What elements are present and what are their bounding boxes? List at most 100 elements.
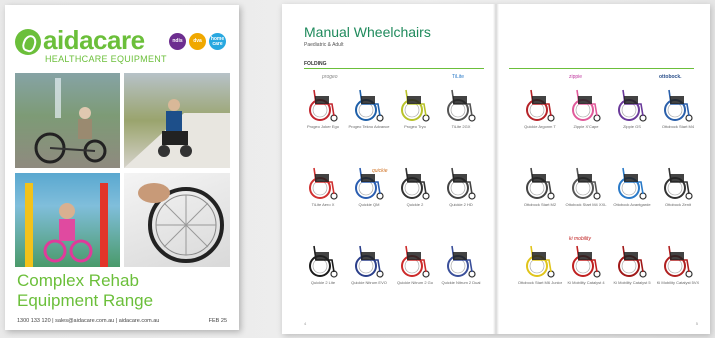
product-name: Ottobock Start M4 [661,124,695,129]
product-card: Quickie 2 [392,164,438,207]
product-card: Quickie Nitrum 2 Dual [438,242,484,285]
wheelchair-icon [300,242,346,278]
product-name: Zippie X'Cape [573,124,599,129]
wheelchair-icon [655,164,701,200]
product-name: Ottobock Start M2 [523,202,557,207]
wheelchair-icon [517,164,563,200]
wheelchair-icon [392,164,438,200]
wheelchair-icon [517,242,563,278]
wheelchair-icon [517,86,563,122]
wheelchair-icon [563,242,609,278]
brochure-spread: Manual Wheelchairs Paediatric & Adult FO… [282,4,710,334]
wheelchair-icon [392,86,438,122]
dva-badge-icon: dva [189,33,206,50]
product-name: Quickie 2 HD [449,202,473,207]
wheelchair-icon [346,86,392,122]
product-name: Ki Mobility Catalyst 4 [567,280,605,285]
cover-photo-bridge [124,73,230,168]
wheelchair-icon [346,242,392,278]
product-card: Ottobock Start M2 [517,164,563,207]
wheelchair-icon [563,164,609,200]
brand-name: aidacare [43,25,145,55]
wheelchair-icon [609,86,655,122]
product-name: Quickie Argonm T [524,124,556,129]
product-name: Ottobock Start M6 Junior [517,280,563,285]
wheelchair-icon [392,242,438,278]
product-name: Quickie Nitrum EVO [351,280,387,285]
cover-title-line-2: Equipment Range [17,291,154,310]
product-card: Quickie 2 HD [438,164,484,207]
brand-tilite: TiLite [452,74,465,80]
brand-progeo: progeo [322,74,338,80]
cover-title-line-1: Complex Rehab [17,271,139,290]
product-card: Progeo Tekno Advance [346,86,392,129]
cover-title: Complex Rehab Equipment Range [17,271,153,311]
ndis-badge-icon: ndis [169,33,186,50]
page-number-right: 5 [695,321,698,326]
product-card: Ki Mobility Catalyst 5 [609,242,655,285]
wheelchair-icon [438,164,484,200]
product-card: TiLite 2GX [438,86,484,129]
home-care-badge-icon: home care [209,33,226,50]
right-page: zippie ottobock. ki mobility Quickie Arg… [499,4,710,334]
brochure-cover: aidacare HEALTHCARE EQUIPMENT ndis dva h… [5,5,239,330]
cover-photo-wheel [124,173,230,267]
product-card: Progeo Joker Ego [300,86,346,129]
product-name: TiLite 2GX [451,124,471,129]
wheelchair-icon [609,242,655,278]
section-rule [304,68,484,69]
cover-contact: 1300 133 120 | sales@aidacare.com.au | a… [17,318,160,324]
product-name: TiLite Aero X [311,202,335,207]
product-name: Ottobock Avantgarde [613,202,651,207]
product-card: Quickie Nitrum 2 Go [392,242,438,285]
brand-zippie: zippie [569,74,583,80]
product-card: Ottobock Start M4 XXL [563,164,609,207]
wheelchair-icon [346,164,392,200]
wheelchair-icon [563,86,609,122]
wheelchair-icon [300,86,346,122]
product-card: Quickie QM [346,164,392,207]
wheelchair-icon [300,164,346,200]
product-name: Ottobock Start M4 XXL [565,202,607,207]
product-card: Zippie X'Cape [563,86,609,129]
brand-tagline: HEALTHCARE EQUIPMENT [45,54,167,64]
left-page: Manual Wheelchairs Paediatric & Adult FO… [282,4,493,334]
cover-photo-playground [15,173,120,267]
page-subtitle: Paediatric & Adult [304,42,344,48]
product-card: Quickie Nitrum EVO [346,242,392,285]
product-name: Ki Mobility Catalyst 5VX [656,280,700,285]
product-card: Zippie GS [609,86,655,129]
product-card: Ki Mobility Catalyst 4 [563,242,609,285]
product-name: Ottobock Zenit [664,202,691,207]
product-card: Ottobock Start M6 Junior [517,242,563,285]
wheelchair-icon [655,86,701,122]
product-card: Ottobock Avantgarde [609,164,655,207]
product-name: Progeo Joker Ego [306,124,340,129]
cover-date: FEB 25 [208,318,227,324]
badge-group: ndis dva home care [169,33,226,50]
wheelchair-icon [438,242,484,278]
product-card: Ottobock Zenit [655,164,701,207]
product-name: Progeo Tekno Advance [348,124,390,129]
product-name: Progeo Tryo [404,124,426,129]
product-card: Quickie Argonm T [517,86,563,129]
product-card: Quickie 2 Lite [300,242,346,285]
product-card: Ottobock Start M4 [655,86,701,129]
page-number-left: 4 [304,321,307,326]
product-name: Quickie QM [358,202,380,207]
product-card: Ki Mobility Catalyst 5VX [655,242,701,285]
section-rule-right [509,68,694,69]
page-title: Manual Wheelchairs [304,24,431,40]
product-card: Progeo Tryo [392,86,438,129]
wheelchair-icon [438,86,484,122]
product-name: Quickie 2 [406,202,424,207]
aidacare-logo-icon [15,29,41,55]
section-label: FOLDING [304,61,327,67]
product-name: Quickie Nitrum 2 Dual [441,280,481,285]
product-name: Zippie GS [623,124,641,129]
wheelchair-icon [609,164,655,200]
product-name: Ki Mobility Catalyst 5 [613,280,651,285]
product-card: TiLite Aero X [300,164,346,207]
cover-photo-fountain [15,73,120,168]
brand-ottobock: ottobock. [659,74,682,80]
